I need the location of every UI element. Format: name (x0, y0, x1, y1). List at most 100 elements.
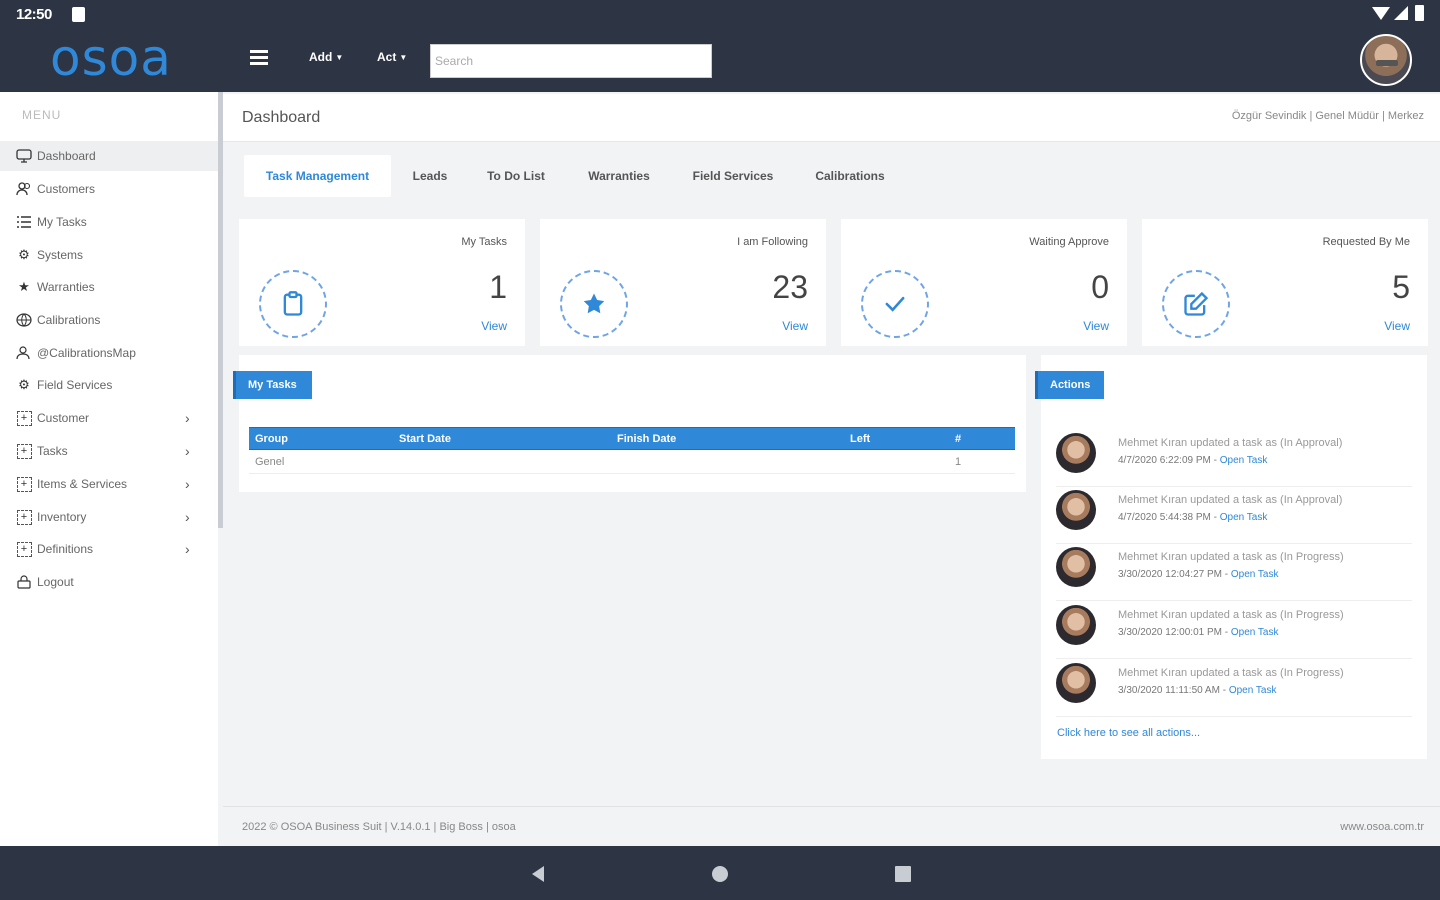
back-icon[interactable] (528, 864, 548, 884)
stat-card-following: I am Following 23 View (540, 219, 826, 346)
avatar (1056, 547, 1096, 587)
plus-box-icon: + (14, 476, 34, 492)
table-cell (844, 449, 949, 474)
wifi-icon (1372, 7, 1390, 20)
action-item: Mehmet Kıran updated a task as (In Appro… (1056, 431, 1412, 487)
monitor-icon (14, 148, 34, 164)
search-input[interactable] (430, 44, 712, 78)
add-menu[interactable]: Add ▼ (309, 50, 343, 64)
gear-icon: ⚙ (18, 247, 30, 262)
sidebar-item-label: Tasks (37, 444, 68, 458)
sidebar-item-label: Warranties (37, 280, 95, 294)
add-menu-label: Add (309, 50, 333, 64)
sidebar-item-logout[interactable]: Logout (0, 567, 218, 597)
card-view-link[interactable]: View (1384, 319, 1410, 333)
tab-calibrations[interactable]: Calibrations (801, 155, 899, 197)
sidebar-item-label: Inventory (37, 510, 87, 524)
avatar (1056, 663, 1096, 703)
sidebar-item-items-services[interactable]: + Items & Services › (0, 469, 218, 499)
sidebar-menu-title: MENU (22, 108, 62, 122)
user-avatar[interactable] (1360, 34, 1412, 86)
hamburger-menu-icon[interactable] (250, 50, 268, 66)
page-header: Dashboard Özgür Sevindik | Genel Müdür |… (223, 94, 1440, 142)
sidebar-item-inventory[interactable]: + Inventory › (0, 502, 218, 532)
table-cell (393, 449, 611, 474)
home-icon[interactable] (710, 864, 730, 884)
avatar (1056, 433, 1096, 473)
card-view-link[interactable]: View (1083, 319, 1109, 333)
footer-website-link[interactable]: www.osoa.com.tr (1340, 821, 1424, 833)
sidebar-item-tasks[interactable]: + Tasks › (0, 436, 218, 466)
sidebar-item-label: Customer (37, 411, 90, 425)
plus-box-icon: + (14, 443, 34, 459)
open-task-link[interactable]: Open Task (1229, 685, 1277, 696)
tab-task-management[interactable]: Task Management (244, 155, 391, 197)
table-cell: Genel (249, 449, 393, 474)
status-time: 12:50 (16, 6, 52, 23)
tab-warranties[interactable]: Warranties (573, 155, 665, 197)
see-all-actions-link[interactable]: Click here to see all actions... (1057, 727, 1200, 739)
sidebar-item-label: Customers (37, 182, 96, 196)
sidebar-item-calibrations[interactable]: Calibrations (0, 305, 218, 335)
chevron-right-icon: › (185, 541, 190, 557)
sidebar-item-definitions[interactable]: + Definitions › (0, 534, 218, 564)
status-bar: 12:50 (0, 0, 1440, 28)
tab-field-services[interactable]: Field Services (681, 155, 785, 197)
act-menu-label: Act (377, 50, 397, 64)
card-count: 0 (1091, 269, 1109, 305)
sidebar-item-my-tasks[interactable]: My Tasks (0, 207, 218, 237)
open-task-link[interactable]: Open Task (1231, 627, 1279, 638)
card-view-link[interactable]: View (782, 319, 808, 333)
sd-card-icon (72, 7, 85, 22)
sidebar-item-label: Logout (37, 575, 74, 589)
table-cell: 1 (949, 449, 1015, 474)
recents-icon[interactable] (893, 864, 913, 884)
open-task-link[interactable]: Open Task (1231, 569, 1279, 580)
sidebar-item-dashboard[interactable]: Dashboard (0, 141, 218, 171)
chevron-right-icon: › (185, 476, 190, 492)
open-task-link[interactable]: Open Task (1220, 455, 1268, 466)
card-count: 1 (489, 269, 507, 305)
column-header[interactable]: Left (844, 427, 949, 450)
avatar (1056, 605, 1096, 645)
sidebar-item-systems[interactable]: ⚙ Systems (0, 240, 218, 270)
user-info[interactable]: Özgür Sevindik | Genel Müdür | Merkez (1232, 110, 1424, 122)
action-date: 4/7/2020 5:44:38 PM (1118, 512, 1211, 523)
card-view-link[interactable]: View (481, 319, 507, 333)
action-date: 4/7/2020 6:22:09 PM (1118, 455, 1211, 466)
action-date: 3/30/2020 12:04:27 PM (1118, 569, 1222, 580)
star-icon: ★ (18, 279, 30, 294)
avatar (1056, 490, 1096, 530)
sidebar-item-calibrations-map[interactable]: @CalibrationsMap (0, 338, 218, 368)
globe-icon (14, 312, 34, 328)
table-cell (611, 449, 844, 474)
chevron-down-icon: ▼ (399, 53, 408, 63)
users-icon (14, 181, 34, 197)
top-navbar: osoa Add ▼ Act ▼ (0, 28, 1440, 92)
column-header[interactable]: Finish Date (611, 427, 844, 450)
action-item: Mehmet Kıran updated a task as (In Progr… (1056, 603, 1412, 659)
sidebar-item-customer[interactable]: + Customer › (0, 403, 218, 433)
action-text: Mehmet Kıran updated a task as (In Progr… (1118, 667, 1344, 679)
tab-leads[interactable]: Leads (400, 155, 460, 197)
column-header[interactable]: # (949, 427, 1015, 450)
my-tasks-table: Group Start Date Finish Date Left # Gene… (249, 427, 1015, 474)
act-menu[interactable]: Act ▼ (377, 50, 407, 64)
column-header[interactable]: Start Date (393, 427, 611, 450)
app-logo[interactable]: osoa (50, 30, 172, 86)
tab-to-do-list[interactable]: To Do List (474, 155, 558, 197)
table-row[interactable]: Genel 1 (249, 449, 1015, 474)
sidebar-item-warranties[interactable]: ★ Warranties (0, 272, 218, 302)
sidebar-item-customers[interactable]: Customers (0, 174, 218, 204)
action-meta: 3/30/2020 11:11:50 AM - Open Task (1118, 685, 1277, 696)
sidebar-scrollbar[interactable] (218, 92, 223, 528)
table-header-row: Group Start Date Finish Date Left # (249, 427, 1015, 450)
stat-card-my-tasks: My Tasks 1 View (239, 219, 525, 346)
card-count: 5 (1392, 269, 1410, 305)
action-meta: 3/30/2020 12:04:27 PM - Open Task (1118, 569, 1279, 580)
column-header[interactable]: Group (249, 427, 393, 450)
card-label: Waiting Approve (1029, 236, 1109, 248)
sidebar-item-label: Dashboard (37, 149, 96, 163)
open-task-link[interactable]: Open Task (1220, 512, 1268, 523)
sidebar-item-field-services[interactable]: ⚙ Field Services (0, 370, 218, 400)
